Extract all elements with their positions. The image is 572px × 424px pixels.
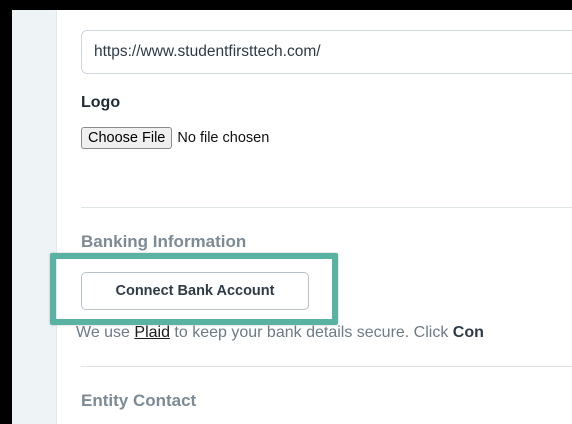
logo-file-input[interactable]: Choose File No file chosen <box>81 126 269 150</box>
section-divider <box>81 207 572 208</box>
note-prefix: We use <box>76 324 135 341</box>
connect-bank-account-button[interactable]: Connect Bank Account <box>81 272 309 310</box>
banking-information-heading: Banking Information <box>81 232 247 251</box>
note-bold-text: Con <box>452 324 484 341</box>
plaid-link[interactable]: Plaid <box>134 324 170 341</box>
section-divider <box>81 366 572 367</box>
plaid-security-note: We use Plaid to keep your bank details s… <box>76 324 484 342</box>
website-url-input[interactable] <box>81 30 572 74</box>
screenshot: Logo Choose File No file chosen Banking … <box>0 0 572 424</box>
file-status-text: No file chosen <box>177 130 270 146</box>
choose-file-button[interactable]: Choose File <box>81 127 173 149</box>
form-panel: Logo Choose File No file chosen Banking … <box>12 10 572 424</box>
note-middle: to keep your bank details secure. Click <box>169 324 453 341</box>
logo-label: Logo <box>81 94 121 111</box>
entity-contact-heading: Entity Contact <box>81 391 197 410</box>
left-sidebar-strip <box>12 10 57 424</box>
